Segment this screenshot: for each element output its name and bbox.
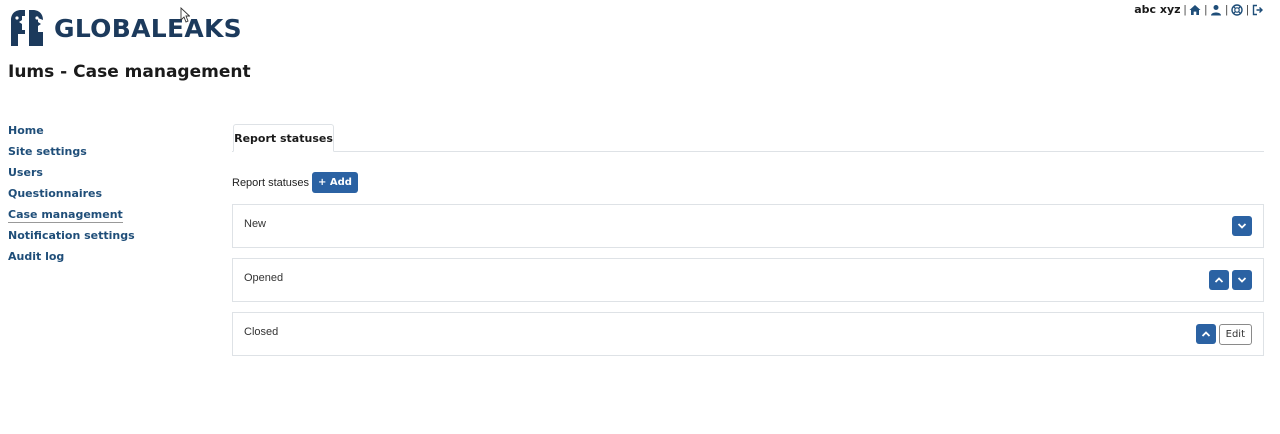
sidebar-item-notification-settings[interactable]: Notification settings (8, 227, 208, 248)
tab-bar: Report statuses (232, 124, 1264, 152)
row-actions: Edit (1195, 324, 1252, 345)
sidebar-item-home[interactable]: Home (8, 122, 208, 143)
move-up-button[interactable] (1195, 324, 1216, 344)
status-row: New (232, 204, 1264, 248)
page-title: Iums - Case management (8, 62, 251, 82)
user-icon[interactable] (1210, 4, 1222, 16)
edit-button[interactable]: Edit (1218, 324, 1252, 345)
separator: | (1246, 3, 1249, 16)
status-row: Opened (232, 258, 1264, 302)
sidebar-item-label: Home (8, 124, 44, 137)
sidebar-item-label: Audit log (8, 250, 65, 263)
username: abc xyz (1134, 3, 1181, 16)
move-down-button[interactable] (1232, 216, 1252, 236)
sidebar-item-label: Case management (8, 208, 123, 223)
globaleaks-logo-icon (11, 10, 43, 46)
separator: | (1225, 3, 1229, 16)
home-icon[interactable] (1189, 4, 1201, 16)
status-name: New (244, 218, 267, 230)
chevron-down-icon (1237, 223, 1247, 229)
row-actions (1209, 270, 1252, 290)
chevron-down-icon (1237, 277, 1247, 283)
sidebar-item-case-management[interactable]: Case management (8, 206, 208, 227)
sidebar-item-audit-log[interactable]: Audit log (8, 248, 208, 269)
brand-name: GLOBALEAKS (54, 13, 242, 43)
sidebar-item-questionnaires[interactable]: Questionnaires (8, 185, 208, 206)
add-status-button[interactable]: + Add (312, 172, 358, 193)
support-icon[interactable] (1231, 3, 1243, 16)
user-toolbar: abc xyz | | | | (1134, 3, 1264, 16)
status-name: Closed (244, 326, 279, 338)
move-up-button[interactable] (1209, 270, 1229, 290)
chevron-up-icon (1201, 331, 1210, 337)
sidebar-item-label: Questionnaires (8, 187, 103, 200)
move-down-button[interactable] (1232, 270, 1252, 290)
status-row: Closed Edit (232, 312, 1264, 356)
sidebar-nav: Home Site settings Users Questionnaires … (8, 122, 208, 269)
section-label: Report statuses (232, 176, 310, 189)
chevron-up-icon (1214, 277, 1224, 283)
sidebar-item-label: Site settings (8, 145, 87, 158)
brand-logo[interactable]: GLOBALEAKS (8, 8, 242, 48)
status-list: New Opened Closed Edit (232, 204, 1264, 366)
sidebar-item-users[interactable]: Users (8, 164, 208, 185)
section-header: Report statuses + Add (232, 172, 358, 193)
tab-report-statuses[interactable]: Report statuses (233, 124, 334, 152)
logout-icon[interactable] (1252, 4, 1264, 16)
main-content: Report statuses Report statuses + Add Ne… (232, 124, 1264, 356)
mouse-cursor-icon (180, 7, 190, 23)
status-name: Opened (244, 272, 284, 284)
app-root: GLOBALEAKS Iums - Case management abc xy… (0, 0, 1280, 434)
sidebar-item-label: Notification settings (8, 229, 135, 242)
sidebar-item-site-settings[interactable]: Site settings (8, 143, 208, 164)
separator: | (1183, 3, 1187, 16)
separator: | (1204, 3, 1208, 16)
sidebar-item-label: Users (8, 166, 43, 179)
row-actions (1232, 216, 1252, 236)
